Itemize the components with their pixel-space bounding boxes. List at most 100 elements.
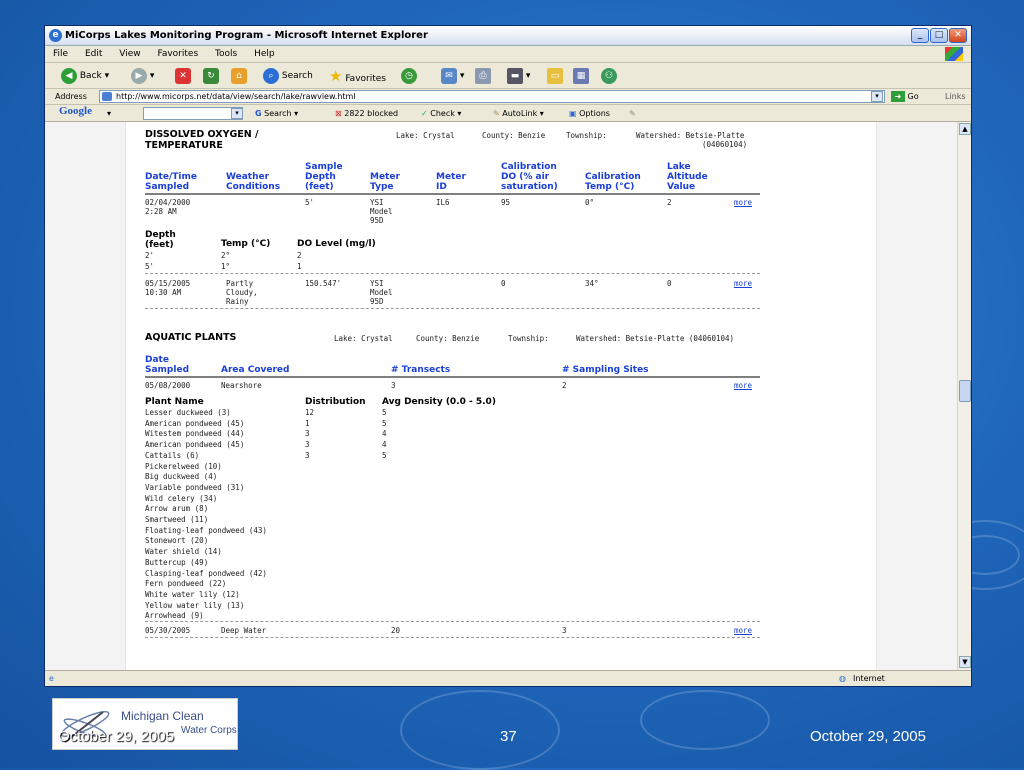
go-label: Go	[907, 92, 919, 101]
spell-check-button[interactable]: ✓ Check ▾	[421, 105, 461, 122]
address-label: Address	[55, 92, 87, 101]
autolink-button[interactable]: ✎ AutoLink ▾	[493, 105, 544, 122]
google-search-input[interactable]	[143, 107, 243, 120]
slide-number: 37	[500, 728, 517, 745]
do-row1-altitude: 2	[667, 198, 672, 207]
ap-row2-more-link[interactable]: more	[734, 626, 752, 635]
address-input[interactable]: http://www.micorps.net/data/view/search/…	[99, 90, 885, 103]
ap-row2-area: Deep Water	[221, 626, 267, 635]
links-button[interactable]: Links	[945, 89, 966, 105]
scroll-thumb[interactable]	[959, 380, 971, 402]
back-button[interactable]: ◀ Back ▾	[61, 66, 109, 86]
address-dropdown-button[interactable]: ▾	[871, 91, 883, 102]
google-search-dropdown-button[interactable]: ▾	[231, 108, 243, 119]
ap-row1-area: Nearshore	[221, 381, 262, 390]
menu-view[interactable]: View	[119, 49, 140, 59]
ap-row1-more-link[interactable]: more	[734, 381, 752, 390]
plant-name: White water lily (12)	[145, 589, 240, 599]
page-icon	[102, 92, 112, 101]
menu-bar: File Edit View Favorites Tools Help	[45, 46, 971, 63]
google-search-button[interactable]: G Search ▾	[255, 105, 298, 122]
options-button[interactable]: ▣ Options	[569, 105, 610, 122]
messenger-button[interactable]: ⚇	[601, 66, 617, 86]
sub-col-do-level: DO Level (mg/l)	[297, 239, 376, 249]
plant-name: Pickerelweed (10)	[145, 461, 222, 471]
do-row1-date: 02/04/2000 2:28 AM	[145, 198, 191, 216]
forward-button[interactable]: ▶ ▾	[131, 66, 154, 86]
plant-dist: 12	[305, 408, 315, 417]
ap-row1-transects: 3	[391, 381, 396, 390]
refresh-button[interactable]: ↻	[203, 66, 219, 86]
favorites-button[interactable]: ★ Favorites	[329, 66, 386, 86]
plant-dist: 1	[305, 418, 310, 428]
edit-button[interactable]: ▬ ▾	[507, 66, 530, 86]
research-button[interactable]: ▦	[573, 66, 589, 86]
menu-file[interactable]: File	[53, 49, 68, 59]
do-row2-altitude: 0	[667, 279, 672, 288]
plant-name: Floating-leaf pondweed (43)	[145, 525, 267, 535]
status-bar: e ◍ Internet	[45, 670, 971, 686]
plant-density: 5	[382, 450, 387, 460]
do-row2-calib-temp: 34°	[585, 279, 599, 288]
check-label: Check	[430, 109, 455, 118]
menu-help[interactable]: Help	[254, 49, 275, 59]
popup-blocker-icon: ⊠	[335, 109, 342, 118]
go-button[interactable]: ➜ Go	[891, 89, 919, 105]
folder-button[interactable]: ▭	[547, 66, 563, 86]
maximize-button[interactable]: □	[930, 28, 948, 43]
do-row-separator	[145, 308, 760, 309]
menu-edit[interactable]: Edit	[85, 49, 102, 59]
autolink-icon: ✎	[493, 109, 500, 118]
ap-county: County: Benzie	[416, 334, 480, 343]
messenger-icon: ⚇	[601, 67, 617, 84]
google-logo[interactable]: Google	[59, 105, 92, 117]
plant-name: Arrowhead (9)	[145, 611, 204, 621]
plant-dist: 3	[305, 429, 310, 439]
plant-name: Clasping-leaf pondweed (42)	[145, 568, 267, 578]
ie-icon: e	[49, 29, 62, 42]
page-margin-left	[45, 122, 125, 670]
scroll-down-button[interactable]: ▼	[959, 656, 971, 668]
menu-tools[interactable]: Tools	[215, 49, 237, 59]
do-county: County: Benzie	[482, 131, 546, 140]
close-button[interactable]: ✕	[949, 28, 967, 43]
do-row1-meter-type: YSI Model 95D	[370, 198, 393, 225]
ap-col-transects: # Transects	[391, 365, 451, 375]
plant-name: Cattails (6)	[145, 450, 200, 460]
print-button[interactable]: ⎙	[475, 66, 491, 86]
sub-row2-temp: 1°	[221, 262, 231, 271]
plant-density: 5	[382, 418, 387, 428]
mail-button[interactable]: ✉ ▾	[441, 66, 464, 86]
search-button[interactable]: ⌕ Search	[263, 66, 313, 86]
home-button[interactable]: ⌂	[231, 66, 247, 86]
page-status-icon: e	[49, 674, 54, 683]
refresh-icon: ↻	[203, 67, 219, 84]
scroll-up-button[interactable]: ▲	[959, 123, 971, 135]
logo-line1: Michigan Clean	[121, 709, 204, 723]
do-row1-calib-do: 95	[501, 198, 511, 207]
history-icon: ◷	[401, 67, 417, 84]
history-button[interactable]: ◷	[401, 66, 417, 86]
menu-favorites[interactable]: Favorites	[157, 49, 198, 59]
stop-button[interactable]: ✕	[175, 66, 191, 86]
print-icon: ⎙	[475, 67, 491, 84]
minimize-button[interactable]: _	[911, 28, 929, 43]
ap-row-separator	[145, 637, 760, 638]
do-row2-date: 05/15/2005 10:30 AM	[145, 279, 191, 297]
ap-row-separator	[145, 621, 760, 622]
popup-blocked-button[interactable]: ⊠ 2822 blocked	[335, 105, 398, 122]
google-menu-chevron-icon[interactable]: ▾	[107, 105, 111, 122]
highlight-icon[interactable]: ✎	[629, 105, 636, 122]
do-watershed-code: (04060104)	[702, 140, 748, 149]
stop-icon: ✕	[175, 67, 191, 84]
do-title-line1: DISSOLVED OXYGEN /	[145, 129, 259, 140]
do-row2-more-link[interactable]: more	[734, 279, 752, 288]
do-row1-more-link[interactable]: more	[734, 198, 752, 207]
decorative-ripple	[640, 690, 770, 750]
sub-row2-do: 1	[297, 262, 302, 271]
plant-name: Smartweed (11)	[145, 515, 209, 524]
sub-row2-depth: 5'	[145, 262, 155, 271]
vertical-scrollbar[interactable]: ▲ ▼	[957, 122, 971, 670]
logo-line2: Water Corps	[181, 725, 237, 736]
plant-name: Lesser duckweed (3)	[145, 408, 231, 417]
